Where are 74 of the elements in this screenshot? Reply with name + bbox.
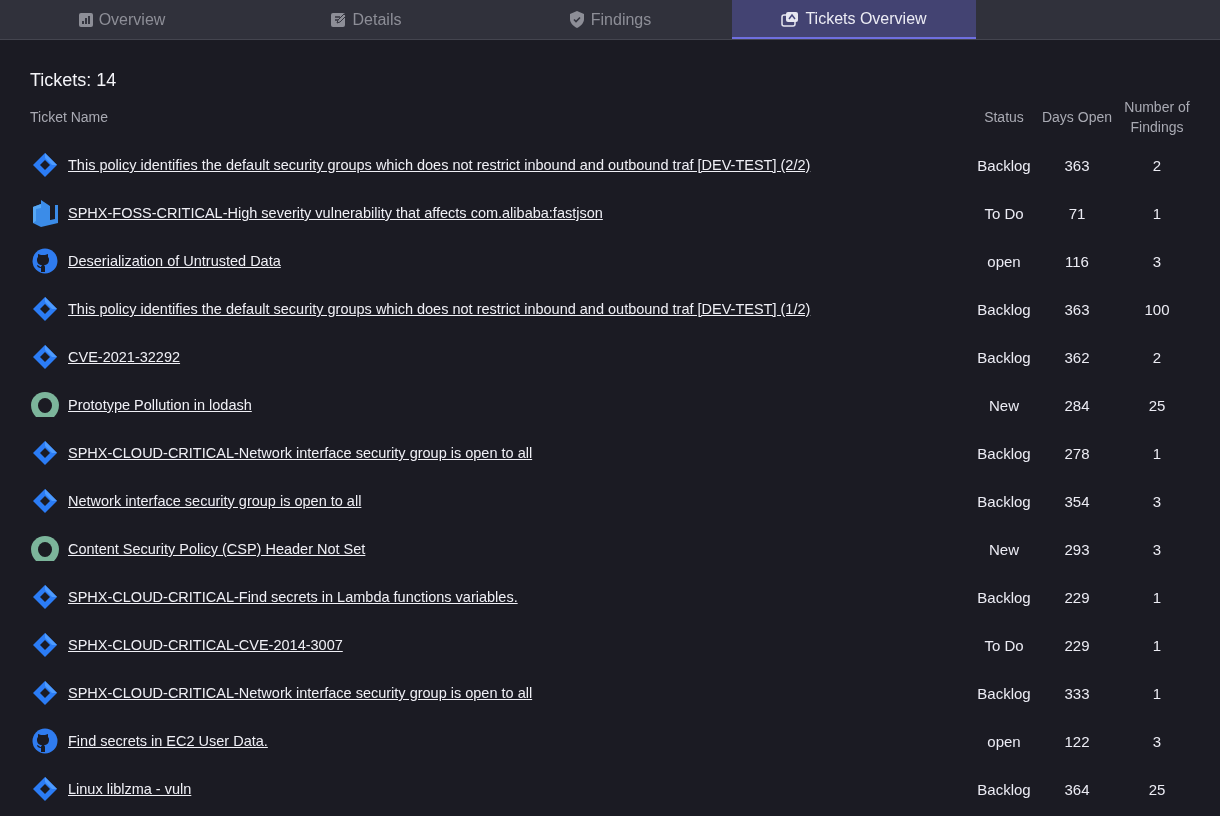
board-logo-icon xyxy=(30,199,60,227)
days-open-cell: 284 xyxy=(1064,396,1090,414)
ticket-link[interactable]: Network interface security group is open to all xyxy=(68,493,362,509)
status-cell: Backlog xyxy=(977,300,1031,318)
status-cell: New xyxy=(989,540,1019,558)
findings-count-cell: 2 xyxy=(1152,156,1162,174)
column-header: Ticket Name xyxy=(30,108,110,127)
findings-count-cell: 3 xyxy=(1152,252,1162,270)
tab[interactable]: Details xyxy=(244,0,488,39)
days-open-cell: 71 xyxy=(1068,204,1086,222)
findings-count-cell: 1 xyxy=(1152,204,1162,222)
days-open-cell: 293 xyxy=(1064,540,1090,558)
ring-logo-icon xyxy=(30,391,60,419)
ticket-link[interactable]: CVE-2021-32292 xyxy=(68,349,181,365)
findings-count-cell: 3 xyxy=(1152,492,1162,510)
findings-count-cell: 25 xyxy=(1148,780,1166,798)
ticket-link[interactable]: Find secrets in EC2 User Data. xyxy=(68,733,268,749)
days-open-cell: 333 xyxy=(1064,684,1090,702)
status-cell: Backlog xyxy=(977,444,1031,462)
status-cell: Backlog xyxy=(977,588,1031,606)
ticket-link[interactable]: Prototype Pollution in lodash xyxy=(68,397,252,413)
tab[interactable]: Overview xyxy=(0,0,244,39)
status-cell: New xyxy=(989,396,1019,414)
column-header: Days Open xyxy=(1040,108,1113,127)
tickets-count: Tickets: 14 xyxy=(30,70,118,91)
findings-count-cell: 1 xyxy=(1152,588,1162,606)
tickets-icon xyxy=(781,10,800,27)
days-open-cell: 229 xyxy=(1064,588,1090,606)
ticket-link[interactable]: This policy identifies the default security groups which does not restrict inbound and outbound traf [DEV-TEST] (1/2) xyxy=(68,301,811,317)
ticket-link[interactable]: SPHX-CLOUD-CRITICAL-Find secrets in Lambda functions variables. xyxy=(68,589,518,605)
status-cell: Backlog xyxy=(977,684,1031,702)
status-cell: Backlog xyxy=(977,156,1031,174)
status-cell: open xyxy=(987,252,1021,270)
ticket-link[interactable]: This policy identifies the default security groups which does not restrict inbound and outbound traf [DEV-TEST] (2/2) xyxy=(68,157,811,173)
findings-count-cell: 1 xyxy=(1152,444,1162,462)
edit-icon xyxy=(330,12,347,27)
ticket-link[interactable]: SPHX-CLOUD-CRITICAL-CVE-2014-3007 xyxy=(68,637,343,653)
ticket-link[interactable]: Linux liblzma - vuln xyxy=(68,781,192,797)
days-open-cell: 363 xyxy=(1064,300,1090,318)
findings-count-cell: 3 xyxy=(1152,540,1162,558)
bar-chart-icon xyxy=(78,12,93,27)
days-open-cell: 362 xyxy=(1064,348,1090,366)
days-open-cell: 363 xyxy=(1064,156,1090,174)
status-cell: Backlog xyxy=(977,492,1031,510)
findings-count-cell: 1 xyxy=(1152,636,1162,654)
tab[interactable]: Tickets Overview xyxy=(732,0,976,39)
findings-count-cell: 3 xyxy=(1152,732,1162,750)
days-open-cell: 364 xyxy=(1064,780,1090,798)
findings-count-cell: 1 xyxy=(1152,684,1162,702)
findings-count-cell: 25 xyxy=(1148,396,1166,414)
shield-icon xyxy=(568,11,585,28)
ticket-link[interactable]: SPHX-CLOUD-CRITICAL-Network interface security group is open to all xyxy=(68,685,533,701)
days-open-cell: 122 xyxy=(1064,732,1090,750)
status-cell: Backlog xyxy=(977,780,1031,798)
days-open-cell: 278 xyxy=(1064,444,1090,462)
column-header: Number of Findings xyxy=(1123,98,1191,137)
ring-logo-icon xyxy=(30,535,60,563)
status-cell: To Do xyxy=(984,204,1024,222)
column-header: Status xyxy=(983,108,1025,127)
octocat-logo-icon xyxy=(30,728,60,754)
status-cell: Backlog xyxy=(977,348,1031,366)
tab[interactable]: Findings xyxy=(488,0,732,39)
status-cell: To Do xyxy=(984,636,1024,654)
ticket-link[interactable]: SPHX-FOSS-CRITICAL-High severity vulnerability that affects com.alibaba:fastjson xyxy=(68,205,603,221)
findings-count-cell: 100 xyxy=(1144,300,1170,318)
days-open-cell: 229 xyxy=(1064,636,1090,654)
octocat-logo-icon xyxy=(30,248,60,274)
status-cell: open xyxy=(987,732,1021,750)
days-open-cell: 116 xyxy=(1065,252,1089,270)
findings-count-cell: 2 xyxy=(1152,348,1162,366)
days-open-cell: 354 xyxy=(1064,492,1090,510)
ticket-link[interactable]: Deserialization of Untrusted Data xyxy=(68,253,281,269)
ticket-link[interactable]: SPHX-CLOUD-CRITICAL-Network interface security group is open to all xyxy=(68,445,533,461)
ticket-link[interactable]: Content Security Policy (CSP) Header Not Set xyxy=(68,541,366,557)
